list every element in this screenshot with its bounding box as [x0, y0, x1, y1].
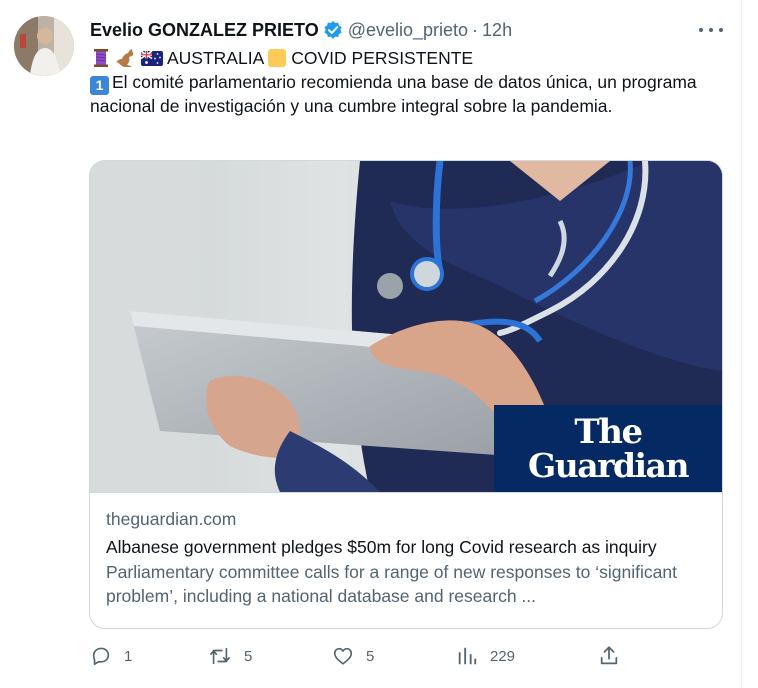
tweet-time[interactable]: 12h: [482, 20, 512, 41]
australia-flag-icon: [140, 48, 164, 68]
card-description: Parliamentary committee calls for a rang…: [106, 562, 677, 606]
reply-button[interactable]: 1: [90, 644, 132, 668]
share-button[interactable]: [598, 644, 620, 668]
author-handle[interactable]: @evelio_prieto: [348, 20, 468, 41]
share-icon: [600, 646, 618, 665]
views-icon: [458, 647, 477, 665]
tweet-first-line: AUSTRALIA COVID PERSISTENTE: [90, 47, 473, 69]
yellow-square-icon: [266, 48, 288, 68]
tweet-body: El comité parlamentario recomienda una b…: [90, 72, 697, 116]
card-image: The Guardian: [90, 161, 722, 493]
author-name[interactable]: Evelio GONZALEZ PRIETO: [90, 20, 319, 41]
retweet-button[interactable]: 5: [208, 644, 252, 668]
more-icon[interactable]: [699, 21, 723, 39]
retweet-icon: [210, 647, 230, 665]
like-count: 5: [366, 647, 375, 665]
tweet-header: Evelio GONZALEZ PRIETO @evelio_prieto · …: [90, 18, 512, 42]
guardian-logo: The Guardian: [494, 405, 722, 492]
views-count: 229: [490, 647, 516, 665]
line1-text-australia: AUSTRALIA: [167, 47, 265, 68]
views-button[interactable]: 229: [456, 644, 515, 668]
column-divider: [741, 0, 742, 688]
thread-icon: [90, 48, 112, 68]
retweet-count: 5: [244, 647, 253, 665]
tweet-text: 1 El comité parlamentario recomienda una …: [90, 71, 720, 119]
like-icon: [333, 647, 353, 665]
kangaroo-icon: [115, 48, 137, 68]
link-preview-card[interactable]: The Guardian theguardian.com Albanese go…: [89, 160, 723, 629]
card-title: Albanese government pledges $50m for lon…: [106, 537, 657, 557]
number-one-badge: 1: [90, 76, 109, 95]
card-domain: theguardian.com: [106, 509, 237, 529]
action-bar: 1 5 5 229: [90, 644, 722, 668]
reply-count: 1: [124, 647, 133, 665]
reply-icon: [92, 647, 110, 666]
line1-text-covid: COVID PERSISTENTE: [291, 47, 474, 68]
separator-dot: ·: [472, 19, 479, 40]
guardian-logo-line1: The: [574, 412, 643, 452]
verified-badge-icon: [323, 20, 343, 40]
guardian-logo-line2: Guardian: [528, 446, 689, 485]
avatar[interactable]: [14, 16, 74, 76]
card-body: theguardian.com Albanese government pled…: [106, 509, 710, 608]
like-button[interactable]: 5: [332, 644, 374, 668]
